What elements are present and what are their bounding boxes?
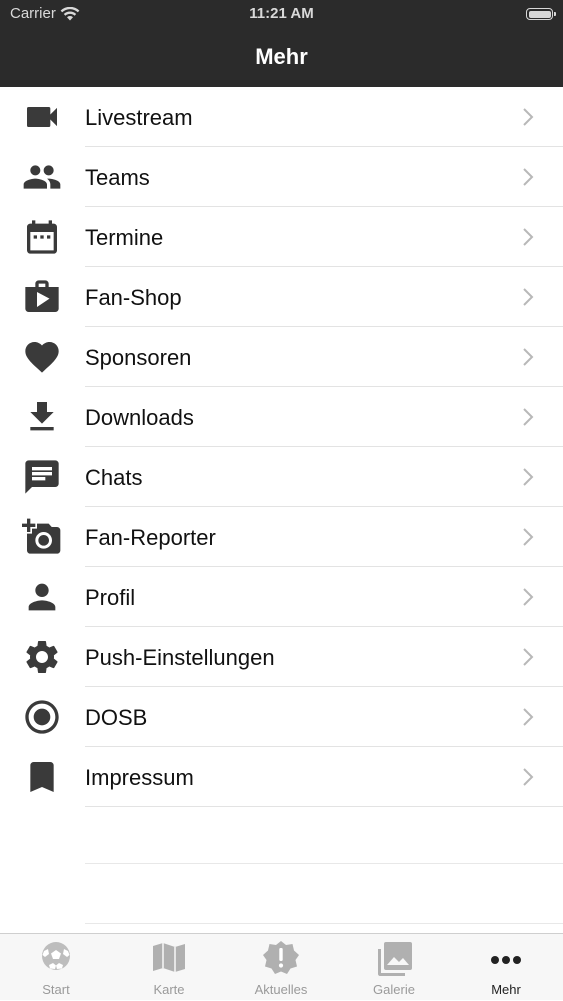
chevron-right-icon — [523, 528, 534, 546]
tab-label: Aktuelles — [254, 982, 308, 997]
menu-item-downloads[interactable]: Downloads — [0, 387, 563, 447]
tab-start[interactable]: Start — [0, 934, 112, 1001]
bookmark-icon — [21, 759, 63, 795]
page-title: Mehr — [255, 44, 308, 69]
menu-item-label: Fan-Reporter — [85, 525, 216, 550]
menu-item-label: Teams — [85, 165, 150, 190]
video-camera-icon — [21, 99, 63, 135]
heart-icon — [21, 339, 63, 375]
menu-item-push-einstellungen[interactable]: Push-Einstellungen — [0, 627, 563, 687]
tab-aktuelles[interactable]: Aktuelles — [225, 934, 337, 1001]
menu-item-label: Fan-Shop — [85, 285, 182, 310]
separator — [85, 806, 563, 807]
menu-item-label: Sponsoren — [85, 345, 192, 370]
calendar-icon — [21, 219, 63, 255]
menu-item-impressum[interactable]: Impressum — [0, 747, 563, 807]
menu-item-fan-reporter[interactable]: Fan-Reporter — [0, 507, 563, 567]
menu-item-label: Chats — [85, 465, 143, 490]
more-dots-icon — [491, 956, 521, 964]
radio-dot-icon — [21, 699, 63, 735]
tab-label: Start — [42, 982, 70, 997]
chevron-right-icon — [523, 648, 534, 666]
menu-item-sponsoren[interactable]: Sponsoren — [0, 327, 563, 387]
battery-icon — [526, 8, 556, 20]
menu-item-fan-shop[interactable]: Fan-Shop — [0, 267, 563, 327]
menu-list: Livestream Teams Termine Fan-Shop Sponso… — [0, 87, 563, 807]
menu-item-label: Downloads — [85, 405, 194, 430]
chevron-right-icon — [523, 768, 534, 786]
menu-item-profil[interactable]: Profil — [0, 567, 563, 627]
menu-item-label: Livestream — [85, 105, 193, 130]
alert-badge-icon — [263, 941, 299, 974]
menu-item-chats[interactable]: Chats — [0, 447, 563, 507]
empty-row-separator — [85, 923, 563, 924]
tab-mehr[interactable]: Mehr — [450, 934, 562, 1001]
shopping-bag-icon — [21, 279, 63, 315]
add-camera-icon — [21, 518, 63, 555]
person-icon — [21, 579, 63, 615]
menu-item-label: Termine — [85, 225, 164, 250]
chevron-right-icon — [523, 408, 534, 426]
gallery-icon — [378, 942, 412, 976]
menu-item-termine[interactable]: Termine — [0, 207, 563, 267]
people-icon — [21, 159, 63, 195]
chevron-right-icon — [523, 168, 534, 186]
menu-item-teams[interactable]: Teams — [0, 147, 563, 207]
chevron-right-icon — [523, 288, 534, 306]
chevron-right-icon — [523, 228, 534, 246]
tab-bar: Start Karte Aktuelles Galerie Mehr — [0, 933, 563, 1000]
download-icon — [21, 399, 63, 435]
chevron-right-icon — [523, 588, 534, 606]
chevron-right-icon — [523, 108, 534, 126]
menu-item-livestream[interactable]: Livestream — [0, 87, 563, 147]
map-icon — [153, 943, 185, 972]
menu-item-label: Push-Einstellungen — [85, 645, 275, 670]
tab-galerie[interactable]: Galerie — [338, 934, 450, 1001]
tab-karte[interactable]: Karte — [113, 934, 225, 1001]
menu-item-label: DOSB — [85, 705, 148, 730]
chat-icon — [21, 459, 63, 495]
menu-item-label: Profil — [85, 585, 136, 610]
chevron-right-icon — [523, 348, 534, 366]
status-time: 11:21 AM — [249, 5, 314, 22]
chevron-right-icon — [523, 708, 534, 726]
chevron-right-icon — [523, 468, 534, 486]
navigation-bar: Carrier 11:21 AM Mehr — [0, 0, 563, 87]
soccer-ball-icon — [42, 942, 70, 970]
tab-label: Mehr — [491, 982, 521, 997]
gear-icon — [21, 639, 63, 675]
menu-item-label: Impressum — [85, 765, 194, 790]
empty-row-separator — [85, 863, 563, 864]
tab-label: Karte — [153, 982, 185, 997]
tab-label: Galerie — [373, 982, 415, 997]
menu-item-dosb[interactable]: DOSB — [0, 687, 563, 747]
